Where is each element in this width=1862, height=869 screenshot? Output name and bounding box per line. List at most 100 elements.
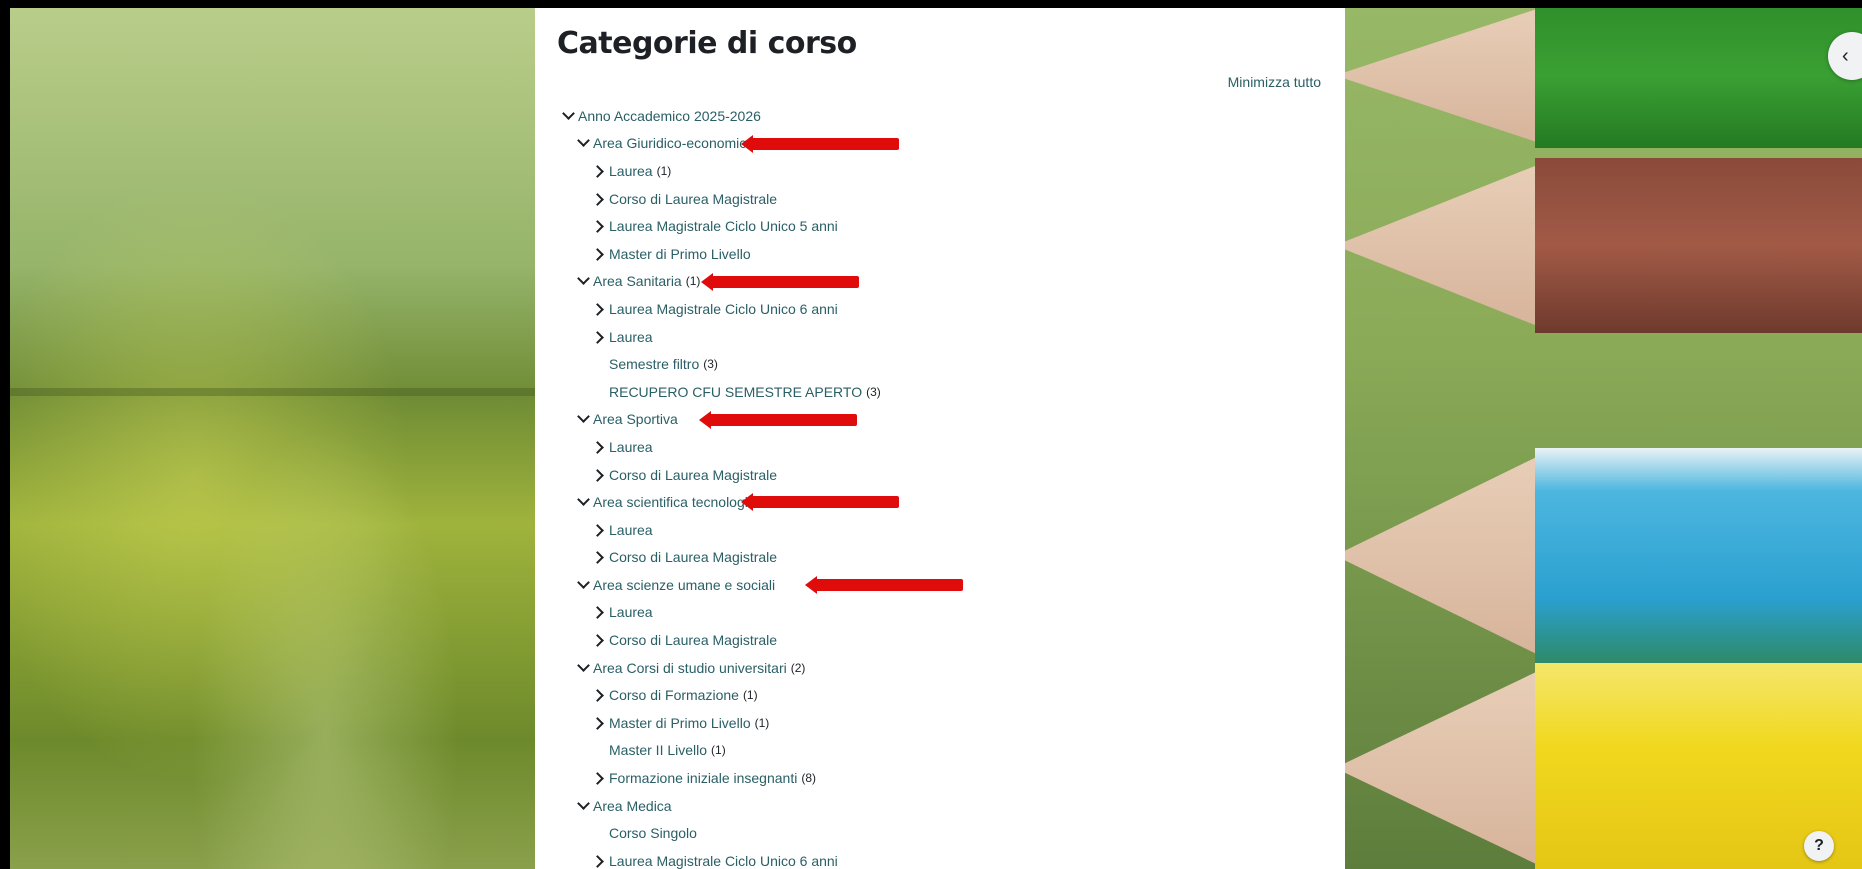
category-row: Corso di Laurea Magistrale [561, 461, 1261, 489]
category-link[interactable]: Area scienze umane e sociali [593, 577, 775, 593]
category-link[interactable]: Laurea [609, 439, 653, 455]
chevron-down-icon[interactable] [576, 494, 592, 510]
category-row: Area Giuridico-economica [561, 130, 1261, 158]
course-count: (3) [866, 384, 881, 399]
course-count: (8) [801, 771, 816, 786]
chevron-left-icon: ‹ [1842, 44, 1849, 67]
chevron-down-icon[interactable] [576, 135, 592, 151]
category-tree: Anno Accademico 2025-2026 Area Giuridico-… [561, 102, 1261, 869]
category-link[interactable]: Laurea [609, 329, 653, 345]
category-row: RECUPERO CFU SEMESTRE APERTO (3) [561, 378, 1261, 406]
category-link[interactable]: Laurea Magistrale Ciclo Unico 6 anni [609, 301, 838, 317]
collapse-all-link[interactable]: Minimizza tutto [1228, 74, 1321, 90]
red-annotation-arrow [699, 410, 857, 429]
category-link[interactable]: Master di Primo Livello [609, 715, 751, 731]
help-button[interactable]: ? [1804, 831, 1834, 861]
category-link[interactable]: Area Sanitaria [593, 273, 682, 289]
category-link[interactable]: Area Medica [593, 798, 672, 814]
course-count: (1) [754, 715, 770, 730]
category-link[interactable]: Area scientifica tecnologica [593, 494, 763, 510]
category-row: Laurea Magistrale Ciclo Unico 5 anni [561, 212, 1261, 240]
chevron-right-icon[interactable] [592, 246, 608, 262]
category-row: Laurea [561, 433, 1261, 461]
chevron-right-icon[interactable] [592, 329, 608, 345]
chevron-right-icon[interactable] [592, 163, 608, 179]
category-link[interactable]: Corso di Formazione [609, 687, 739, 703]
category-row: Laurea Magistrale Ciclo Unico 6 anni [561, 847, 1261, 869]
category-link[interactable]: Corso Singolo [609, 825, 697, 841]
category-row: Area scientifica tecnologica [561, 488, 1261, 516]
category-row: Corso di Laurea Magistrale [561, 626, 1261, 654]
category-row: Area Corsi di studio universitari (2) [561, 654, 1261, 682]
category-row: Corso Singolo [561, 819, 1261, 847]
category-row: Master II Livello (1) [561, 737, 1261, 765]
category-row: Corso di Laurea Magistrale [561, 185, 1261, 213]
red-annotation-arrow [741, 493, 899, 512]
chevron-right-icon[interactable] [592, 218, 608, 234]
category-row: Master di Primo Livello (1) [561, 709, 1261, 737]
chevron-right-icon[interactable] [592, 191, 608, 207]
category-link[interactable]: Anno Accademico 2025-2026 [578, 108, 761, 124]
category-link[interactable]: Corso di Laurea Magistrale [609, 549, 777, 565]
question-mark-icon: ? [1814, 837, 1824, 854]
chevron-right-icon[interactable] [592, 522, 608, 538]
red-annotation-arrow [701, 272, 859, 291]
category-link[interactable]: Corso di Laurea Magistrale [609, 632, 777, 648]
chevron-down-icon[interactable] [576, 798, 592, 814]
category-link[interactable]: Formazione iniziale insegnanti [609, 770, 797, 786]
category-row: Laurea [561, 323, 1261, 351]
category-link[interactable]: Master II Livello [609, 742, 707, 758]
course-count: (2) [790, 660, 806, 675]
chevron-right-icon[interactable] [592, 439, 608, 455]
chevron-right-icon[interactable] [592, 687, 608, 703]
category-link[interactable]: Corso di Laurea Magistrale [609, 467, 777, 483]
chevron-right-icon[interactable] [592, 632, 608, 648]
category-row: Anno Accademico 2025-2026 [561, 102, 1261, 130]
category-link[interactable]: Semestre filtro [609, 356, 699, 372]
course-count: (1) [685, 274, 701, 289]
category-link[interactable]: Area Giuridico-economica [593, 135, 754, 151]
category-row: Area Sportiva [561, 406, 1261, 434]
category-link[interactable]: Laurea Magistrale Ciclo Unico 6 anni [609, 853, 838, 869]
category-link[interactable]: Laurea [609, 163, 653, 179]
category-row: Master di Primo Livello [561, 240, 1261, 268]
page-title: Categorie di corso [557, 26, 857, 61]
category-row: Corso di Formazione (1) [561, 681, 1261, 709]
chevron-down-icon[interactable] [576, 411, 592, 427]
chevron-down-icon[interactable] [576, 577, 592, 593]
category-link[interactable]: RECUPERO CFU SEMESTRE APERTO [609, 384, 862, 400]
chevron-right-icon[interactable] [592, 715, 608, 731]
chevron-down-icon[interactable] [576, 273, 592, 289]
background-image-left [10, 8, 535, 869]
category-row: Semestre filtro (3) [561, 350, 1261, 378]
category-row: Area Sanitaria (1) [561, 268, 1261, 296]
category-link[interactable]: Corso di Laurea Magistrale [609, 191, 777, 207]
category-link[interactable]: Area Corsi di studio universitari [593, 660, 787, 676]
course-count: (1) [711, 743, 726, 758]
chevron-right-icon[interactable] [592, 467, 608, 483]
category-row: Area scienze umane e sociali [561, 571, 1261, 599]
background-seam [10, 388, 535, 396]
blue-pencil-image [1345, 448, 1862, 663]
chevron-right-icon[interactable] [592, 604, 608, 620]
category-row: Laurea [561, 599, 1261, 627]
yellow-pencil-image [1345, 663, 1862, 869]
chevron-right-icon[interactable] [592, 770, 608, 786]
category-row: Formazione iniziale insegnanti (8) [561, 764, 1261, 792]
chevron-right-icon[interactable] [592, 853, 608, 869]
chevron-right-icon[interactable] [592, 301, 608, 317]
category-link[interactable]: Master di Primo Livello [609, 246, 751, 262]
category-row: Area Medica [561, 792, 1261, 820]
category-link[interactable]: Laurea [609, 522, 653, 538]
chevron-down-icon[interactable] [561, 108, 577, 124]
course-count: (1) [742, 688, 758, 703]
category-row: Laurea [561, 516, 1261, 544]
chevron-down-icon[interactable] [576, 660, 592, 676]
category-link[interactable]: Laurea Magistrale Ciclo Unico 5 anni [609, 218, 838, 234]
category-link[interactable]: Area Sportiva [593, 411, 678, 427]
background-image-pencils: ‹ ? [1345, 8, 1862, 869]
chevron-right-icon[interactable] [592, 549, 608, 565]
category-row: Laurea Magistrale Ciclo Unico 6 anni [561, 295, 1261, 323]
category-link[interactable]: Laurea [609, 604, 653, 620]
page: ‹ ? Categorie di corso Minimizza tutto A… [0, 0, 1862, 869]
